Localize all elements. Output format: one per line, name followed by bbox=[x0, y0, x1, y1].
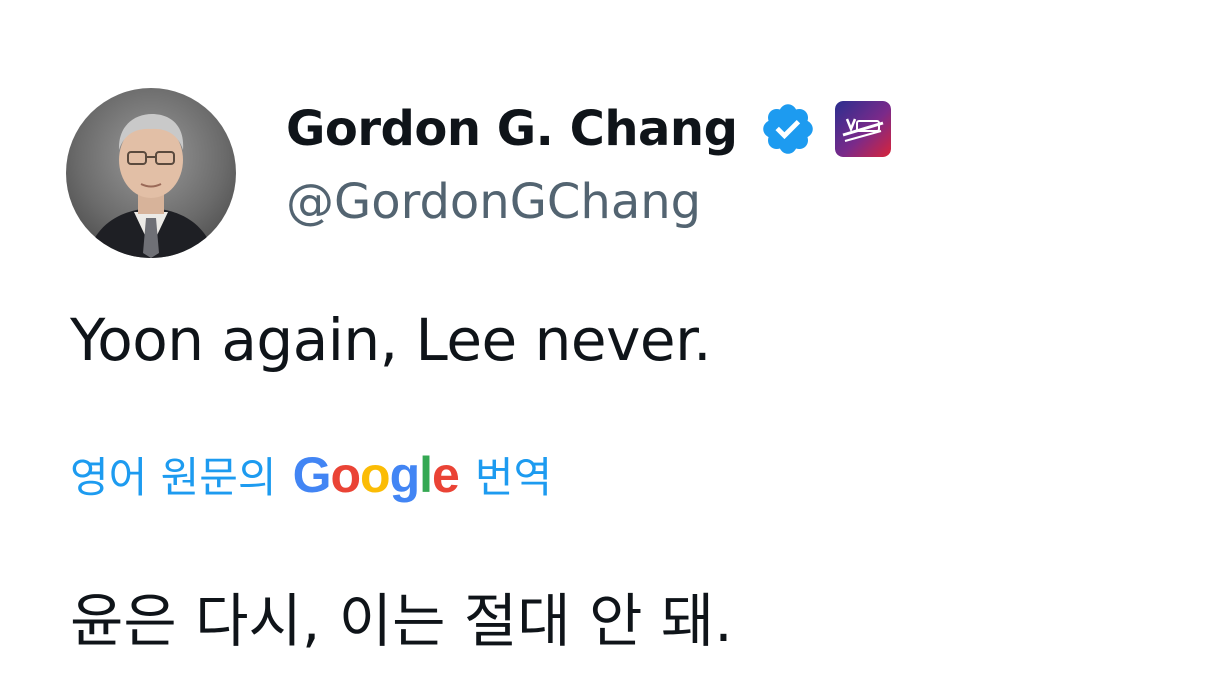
google-logo-letter: l bbox=[419, 447, 433, 503]
tweet-text: Yoon again, Lee never. bbox=[70, 306, 712, 374]
google-logo-letter: o bbox=[360, 447, 391, 503]
name-row: Gordon G. Chang bbox=[286, 92, 1046, 166]
translation-attribution[interactable]: 영어 원문의 Google 번역 bbox=[70, 444, 552, 505]
verified-badge-icon[interactable] bbox=[759, 100, 817, 158]
display-name[interactable]: Gordon G. Chang bbox=[286, 101, 738, 157]
affiliation-badge-icon[interactable] bbox=[835, 101, 892, 157]
tweet-header: Gordon G. Chang @GordonGChang bbox=[286, 92, 1046, 252]
avatar[interactable] bbox=[66, 88, 236, 258]
translation-prefix: 영어 원문의 bbox=[70, 453, 277, 502]
author-handle[interactable]: @GordonGChang bbox=[286, 174, 1046, 230]
google-logo: Google bbox=[292, 446, 460, 504]
tweet-card: Gordon G. Chang @GordonGChang Yoon again… bbox=[0, 0, 1218, 696]
avatar-photo bbox=[86, 114, 216, 258]
translation-suffix: 번역 bbox=[474, 453, 553, 502]
google-logo-letter: G bbox=[292, 447, 332, 503]
google-logo-letter: e bbox=[432, 447, 460, 503]
google-logo-letter: g bbox=[389, 447, 421, 503]
translated-text: 윤은 다시, 이는 절대 안 돼. bbox=[70, 587, 733, 655]
google-logo-letter: o bbox=[330, 447, 361, 503]
